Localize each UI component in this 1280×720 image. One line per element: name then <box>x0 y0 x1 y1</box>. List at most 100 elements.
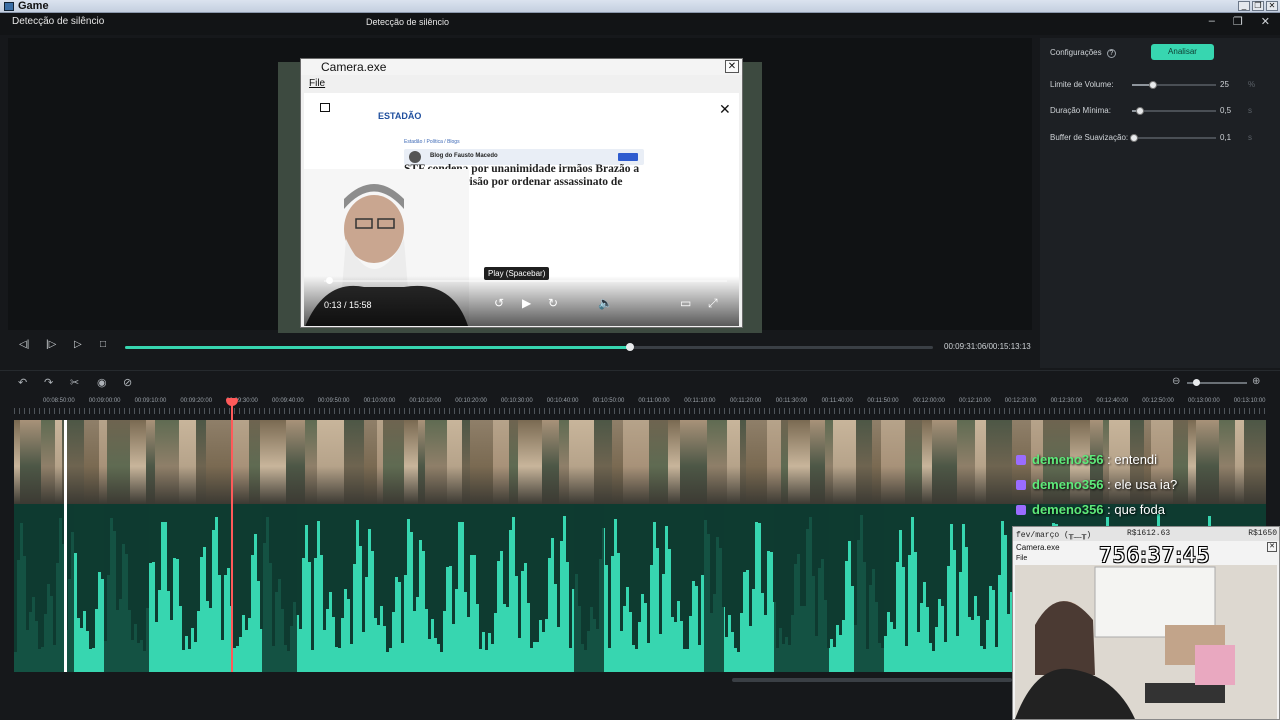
slider-handle[interactable] <box>1136 107 1145 115</box>
webcam-overlay: fev/março (╥﹏╥) R$1612.63 R$1650 Camera.… <box>1012 526 1280 720</box>
zoom-out-icon[interactable]: ⊖ <box>1172 376 1180 387</box>
play-icon[interactable]: ▷ <box>74 339 82 350</box>
ruler-label: 00:11:30:00 <box>775 398 808 404</box>
setting-value[interactable]: 25 <box>1220 80 1229 89</box>
video-thumbnail <box>767 420 781 504</box>
minimize-icon[interactable]: – <box>1209 15 1215 28</box>
app-header: Detecção de silêncio Detecção de silênci… <box>0 13 1280 35</box>
playback-time: 00:09:31:06/00:15:13:13 <box>944 342 1031 351</box>
restore-icon[interactable]: ❐ <box>1252 1 1264 11</box>
video-thumbnail <box>975 420 986 504</box>
forward-icon[interactable]: ↻ <box>548 296 558 310</box>
video-thumbnail <box>810 420 825 504</box>
ruler-label: 00:12:20:00 <box>1004 398 1037 404</box>
video-thumbnail <box>447 420 462 504</box>
video-thumbnail <box>833 420 856 504</box>
video-thumbnail <box>594 420 612 504</box>
camera-window[interactable]: Camera.exe ✕ File ✕ ESTADÃO Estadão / Po… <box>300 58 743 328</box>
close-icon[interactable]: ✕ <box>1267 542 1277 552</box>
seek-handle[interactable] <box>326 277 333 284</box>
ruler-label: 00:09:00:00 <box>88 398 121 404</box>
webcam-image <box>1015 565 1277 719</box>
playback-handle[interactable] <box>626 343 634 351</box>
ruler-label: 00:10:00:00 <box>363 398 396 404</box>
timeline-scrollbar[interactable] <box>732 678 1012 682</box>
setting-unit: s <box>1248 106 1252 115</box>
slider-handle[interactable] <box>1149 81 1157 89</box>
silence-region[interactable] <box>262 504 297 672</box>
silence-region[interactable] <box>774 504 829 672</box>
prev-frame-icon[interactable]: ◁| <box>19 339 29 350</box>
fullscreen-icon[interactable]: ⤢ <box>708 296 718 311</box>
in-marker[interactable] <box>64 420 67 672</box>
video-thumbnail <box>155 420 179 504</box>
close-icon[interactable]: ✕ <box>719 101 731 118</box>
cut-icon[interactable]: ✂ <box>70 376 79 389</box>
webcam-menu-file[interactable]: File <box>1016 555 1027 562</box>
video-thumbnail <box>55 420 62 504</box>
setting-unit: % <box>1248 80 1256 89</box>
close-icon[interactable]: ✕ <box>1266 1 1278 11</box>
slider-handle[interactable] <box>1129 134 1138 142</box>
video-thumbnail <box>206 420 231 504</box>
follow-button[interactable] <box>618 153 638 161</box>
os-title-bar: Game _ ❐ ✕ <box>0 0 1280 13</box>
video-thumbnail <box>231 420 249 504</box>
close-icon[interactable]: ✕ <box>725 60 739 73</box>
setting-value[interactable]: 0,1 <box>1220 133 1231 142</box>
eye-icon[interactable]: ◉ <box>97 376 107 389</box>
silence-region[interactable] <box>704 504 724 672</box>
video-thumbnail <box>99 420 107 504</box>
setting-slider[interactable] <box>1129 134 1216 142</box>
setting-slider[interactable] <box>1132 107 1216 115</box>
zoom-in-icon[interactable]: ⊕ <box>1252 376 1260 387</box>
restore-icon[interactable]: ❐ <box>1233 15 1243 28</box>
minimize-icon[interactable]: _ <box>1238 1 1250 11</box>
chat-overlay: demeno356 : entendi demeno356 : ele usa … <box>1016 452 1276 527</box>
video-thumbnail <box>559 420 569 504</box>
silence-region[interactable] <box>104 504 149 672</box>
blog-name: Blog do Fausto Macedo <box>430 153 498 159</box>
timeline-ruler[interactable]: 00:08:50:00 00:09:00:00 00:09:10:00 00:09:2… <box>14 396 1266 418</box>
setting-slider[interactable] <box>1132 81 1216 89</box>
window-title: Detecção de silêncio <box>366 17 450 27</box>
ruler-label: 00:09:50:00 <box>317 398 350 404</box>
zoom-handle[interactable] <box>1193 379 1200 386</box>
help-icon[interactable]: ? <box>1106 49 1116 58</box>
ruler-label: 00:11:20:00 <box>730 398 762 404</box>
redo-icon[interactable]: ↷ <box>44 376 53 389</box>
rewind-icon[interactable]: ↺ <box>494 296 504 310</box>
os-window-controls: _ ❐ ✕ <box>1238 1 1278 11</box>
setting-value[interactable]: 0,5 <box>1220 106 1231 115</box>
close-icon[interactable]: ✕ <box>1261 15 1270 28</box>
video-thumbnail <box>364 420 377 504</box>
video-thumbnail <box>130 420 146 504</box>
next-frame-icon[interactable]: |▷ <box>46 339 56 350</box>
stream-timer: 756:37:45 <box>1099 543 1211 567</box>
playback-progress[interactable] <box>125 343 933 351</box>
chat-badge-icon <box>1016 455 1026 465</box>
video-thumbnail <box>107 420 130 504</box>
volume-icon[interactable]: 🔈 <box>598 296 613 310</box>
silence-region[interactable] <box>574 504 604 672</box>
captions-icon[interactable]: ▭ <box>680 296 691 310</box>
playhead[interactable] <box>231 400 233 672</box>
camera-video[interactable]: ✕ ESTADÃO Estadão / Política / Blogs Blo… <box>304 93 739 326</box>
menu-file[interactable]: File <box>309 78 325 89</box>
video-thumbnail <box>569 420 594 504</box>
video-thumbnail <box>623 420 649 504</box>
undo-icon[interactable]: ↶ <box>18 376 27 389</box>
eye-off-icon[interactable]: ⊘ <box>123 376 132 389</box>
play-icon[interactable]: ▶ <box>522 296 531 310</box>
silence-region[interactable] <box>854 504 884 672</box>
app-window-controls: – ❐ ✕ <box>1209 15 1270 28</box>
video-thumbnail <box>344 420 364 504</box>
ruler-label: 00:12:40:00 <box>1096 398 1129 404</box>
analyze-button[interactable]: Analisar <box>1151 44 1214 60</box>
video-thumbnail <box>746 420 767 504</box>
ruler-label: 00:12:50:00 <box>1142 398 1174 404</box>
seek-bar[interactable] <box>324 280 727 282</box>
settings-title: Configurações <box>1050 48 1102 57</box>
stop-icon[interactable]: □ <box>100 339 106 350</box>
video-thumbnail <box>404 420 418 504</box>
